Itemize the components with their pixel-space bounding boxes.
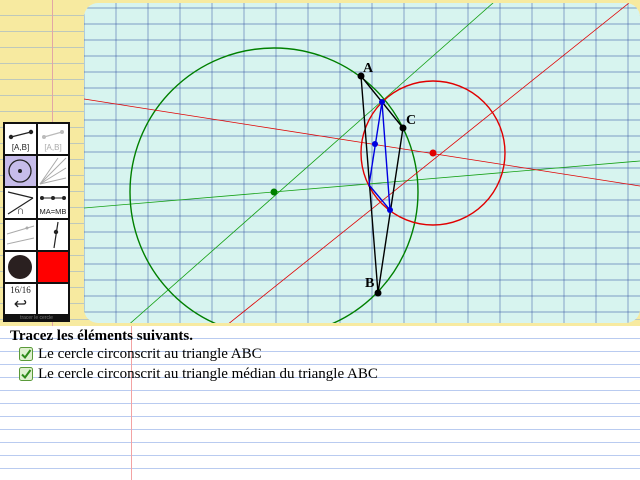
circumcenter-abc[interactable] [270,188,278,196]
segment-tool-muted-label: [A,B] [44,143,62,152]
midpoint-bc[interactable] [387,207,393,213]
toolbox-caption: tracer le cercle [20,315,53,321]
equal-distance-label: MA=MB [39,207,67,216]
segment-tool-disabled[interactable]: [A,B] [38,124,68,154]
instructions-panel: Tracez les éléments suivants. Le cercle … [0,326,640,480]
task-label: Le cercle circonscrit au triangle ABC [38,345,262,362]
circle-icon [8,159,32,183]
instructions-title: Tracez les éléments suivants. [10,328,194,344]
color-swatch-red[interactable] [38,252,68,282]
pin-tool[interactable] [38,220,68,250]
label-b: B [365,276,374,291]
geometry-figure[interactable]: A B C [84,3,640,323]
task-item: Le cercle circonscrit au triangle médian… [19,365,378,383]
page-nav-tool[interactable]: 16/16 ↩ [5,284,36,314]
line-fan-icon [39,157,67,185]
empty-tool-slot[interactable] [38,284,68,314]
label-a: A [363,61,374,76]
filled-disc-icon [8,255,32,279]
geometry-canvas[interactable]: A B C [84,3,640,323]
line-tool[interactable] [38,156,68,186]
angle-tool-label: ∩ [16,205,25,217]
checkmark-icon [19,347,33,361]
task-item: Le cercle circonscrit au triangle ABC [19,345,262,363]
perpendicular-tool[interactable] [5,220,36,250]
task-label: Le cercle circonscrit au triangle médian… [38,365,378,382]
circle-tool[interactable] [5,156,36,186]
red-bisector-2[interactable] [227,3,630,323]
checkmark-icon [19,367,33,381]
back-arrow-icon[interactable]: ↩ [5,294,36,314]
segment-tool[interactable]: [A,B] [5,124,36,154]
label-c: C [406,113,416,128]
angle-tool[interactable]: ∩ [5,188,36,218]
circumcenter-medial[interactable] [429,149,437,157]
midpoint-ac[interactable] [379,99,385,105]
perpendicular-icon [6,225,35,245]
equal-distance-tool[interactable]: MA=MB [38,188,68,218]
pin-icon [53,221,59,249]
midpoint-ab[interactable] [372,141,378,147]
tool-palette: [A,B] [A,B] ∩ MA=MB 16/16 ↩ tracer le ce… [3,122,70,322]
point-b[interactable] [374,289,382,297]
circumcircle-abc[interactable] [129,47,419,323]
segment-tool-label: [A,B] [11,143,30,152]
point-style-tool[interactable] [5,252,36,282]
